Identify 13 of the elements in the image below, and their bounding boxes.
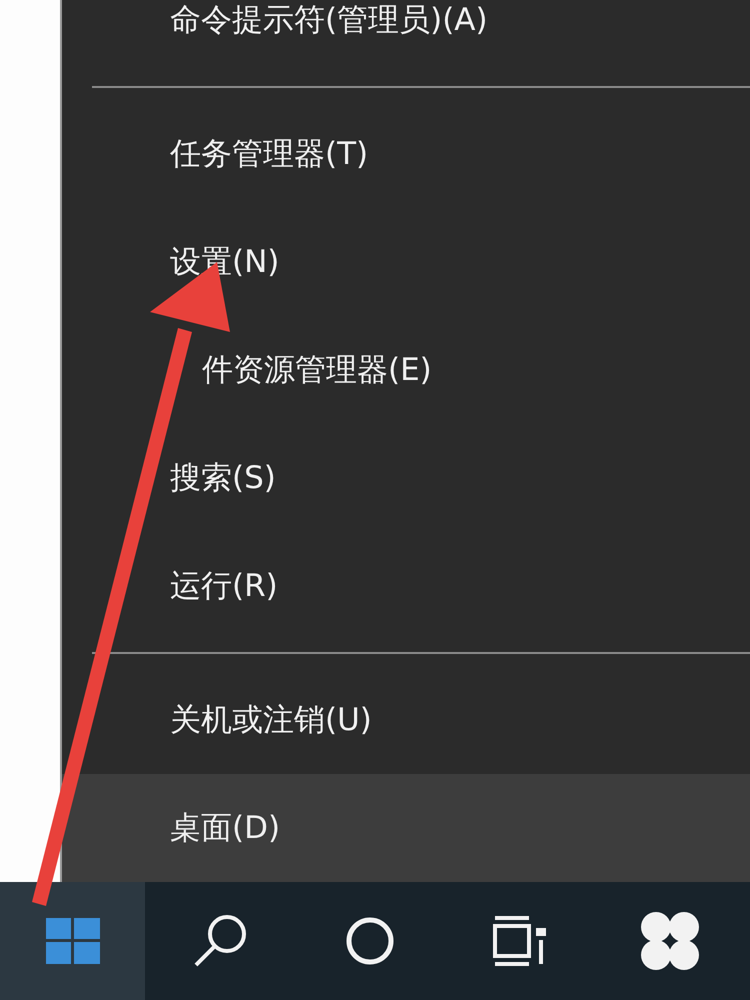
task-view-icon [493,916,547,966]
menu-item[interactable]: 运行(R) [62,532,750,640]
menu-item[interactable]: 件资源管理器(E) [62,316,750,424]
menu-item[interactable]: 命令提示符(管理员)(A) [62,0,750,74]
menu-item[interactable]: 任务管理器(T) [62,100,750,208]
menu-item[interactable]: 关机或注销(U) [62,666,750,774]
search-icon [192,913,248,969]
menu-item[interactable]: 搜索(S) [62,424,750,532]
start-button[interactable] [0,882,145,1000]
flower-icon [638,911,702,971]
circle-icon [345,916,395,966]
menu-item[interactable]: 桌面(D) [62,774,750,882]
windows-logo-icon [46,918,100,964]
